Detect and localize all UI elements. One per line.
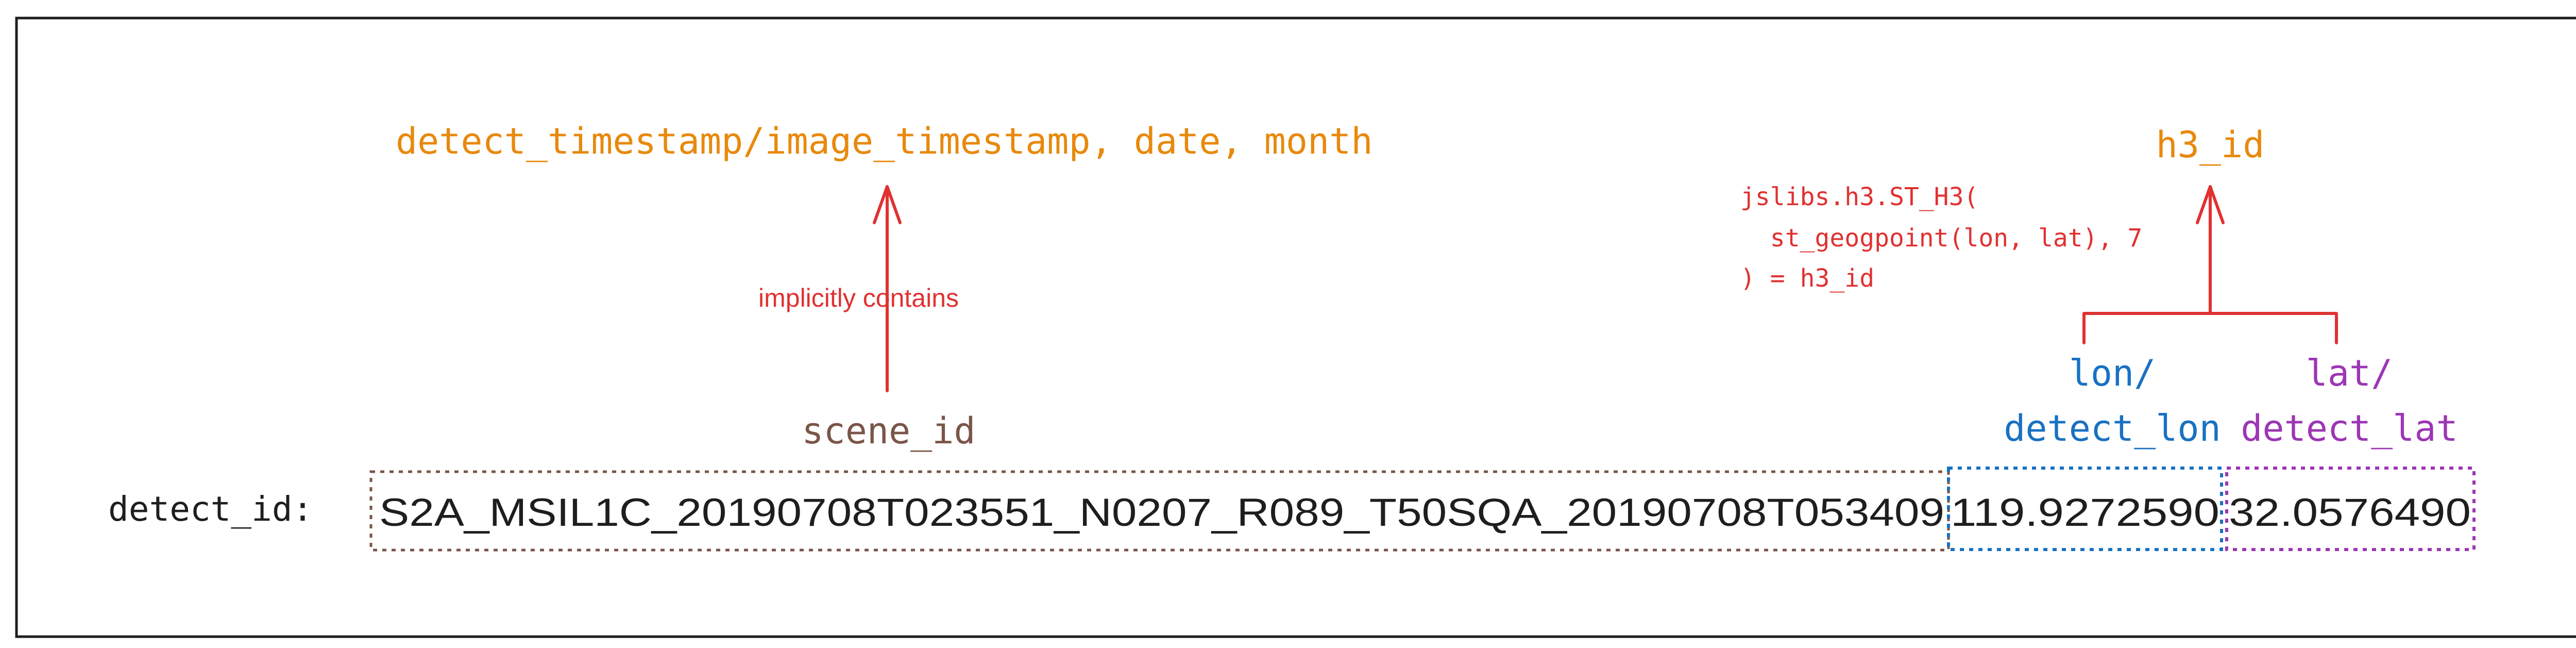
scene-id-label: scene_id (802, 410, 975, 452)
h3-code-line-2: st_geogpoint(lon, lat), 7 (1740, 224, 2142, 253)
detect-id-lat-part: 32.0576490 (2229, 491, 2471, 535)
h3-code-line-1: jslibs.h3.ST_H3( (1740, 182, 1978, 211)
h3-id-label: h3_id (2156, 124, 2265, 166)
lat-label-line-1: lat/ (2306, 352, 2393, 394)
diagram-canvas: detect_timestamp/image_timestamp, date, … (15, 16, 2576, 638)
h3-bracket-arrow (2082, 185, 2338, 344)
lon-label-line-1: lon/ (2069, 352, 2156, 394)
implicit-note: implicitly contains (758, 284, 959, 312)
timestamp-fields-label: detect_timestamp/image_timestamp, date, … (396, 120, 1372, 162)
detect-id-scene-part: S2A_MSIL1C_20190708T023551_N0207_R089_T5… (379, 491, 1944, 535)
lat-label-line-2: detect_lat (2241, 407, 2458, 450)
h3-code-line-3: ) = h3_id (1740, 264, 1874, 293)
lon-label-line-2: detect_lon (2004, 407, 2221, 450)
outer-frame (15, 16, 2576, 638)
detect-id-lon-part: 119.9272590 (1951, 491, 2219, 535)
detect-id-label: detect_id: (108, 489, 313, 529)
